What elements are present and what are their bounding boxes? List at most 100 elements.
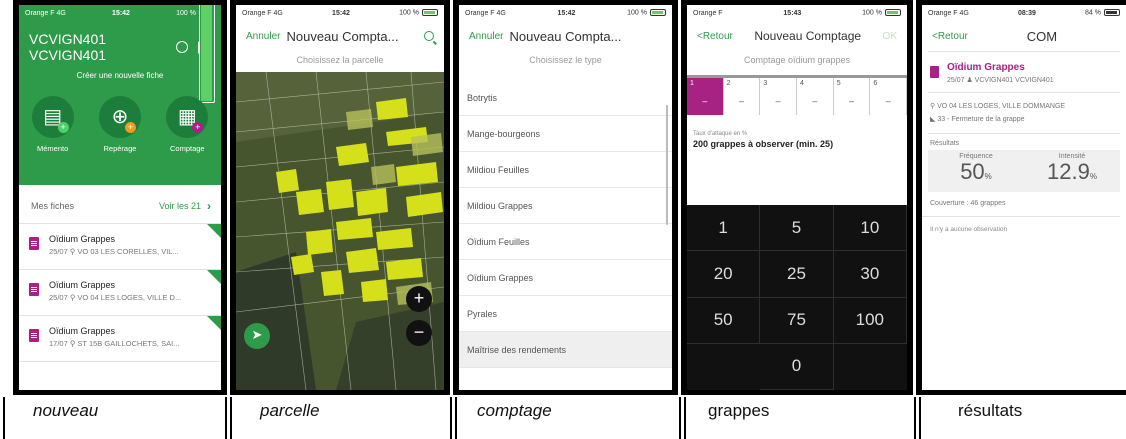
- sheet-meta: 25/07 ⚲ VO 04 LES LOGES, VILLE D...: [49, 293, 182, 302]
- status-bar: Orange F 4G 15:42 100 %: [236, 5, 444, 21]
- clock: 15:42: [557, 9, 576, 17]
- number-keypad: 1 5 10 20 25 30 50 75 100 0: [687, 205, 907, 390]
- result-meta: 25/07 ♟ VCVIGN401 VCVIGN401: [947, 77, 1054, 84]
- sheet-item[interactable]: Oïdium Grappes 25/07 ⚲ VO 03 LES CORELLES…: [19, 224, 221, 270]
- action-buttons: ▤ + Mémento ⊕ + Repérage ▦ + Comptage: [19, 96, 221, 153]
- battery-icon: [885, 9, 901, 17]
- clock: 15:42: [112, 9, 130, 17]
- type-list: Botrytis Mange-bourgeons Mildiou Feuille…: [459, 80, 672, 390]
- battery-icon: [199, 5, 215, 103]
- synced-corner-icon: [207, 316, 221, 330]
- home-header: Orange F 4G 15:42 100 % VCVIGN401 VCVIGN…: [19, 5, 221, 185]
- status-bar: Orange F 4G 08:39 84 %: [922, 5, 1126, 21]
- type-item-mildiou-feuilles[interactable]: Mildiou Feuilles: [459, 152, 672, 188]
- reperage-button[interactable]: ⊕ + Repérage: [98, 96, 141, 153]
- back-button[interactable]: <Retour: [697, 31, 733, 42]
- back-button[interactable]: <Retour: [932, 31, 968, 42]
- status-bar: Orange F 15:43 100 %: [687, 5, 907, 21]
- caption-nouveau: nouveau: [3, 397, 227, 439]
- zoom-in-button[interactable]: +: [406, 286, 432, 312]
- nav-bar: Annuler Nouveau Compta...: [459, 21, 672, 51]
- type-item-oidium-feuilles[interactable]: Oïdium Feuilles: [459, 224, 672, 260]
- key-75[interactable]: 75: [760, 297, 834, 344]
- memento-label: Mémento: [37, 144, 69, 153]
- phone-screen: Orange F 4G 15:42 100 % Annuler Nouveau …: [236, 5, 444, 390]
- screen-parcel-map: Orange F 4G 15:42 100 % Annuler Nouveau …: [230, 0, 450, 395]
- battery: 100 %: [627, 9, 666, 17]
- memento-button[interactable]: ▤ + Mémento: [31, 96, 74, 153]
- type-item-oidium-grappes[interactable]: Oïdium Grappes: [459, 260, 672, 296]
- clock: 08:39: [1017, 9, 1036, 17]
- sheet-item[interactable]: Oïdium Grappes 25/07 ⚲ VO 04 LES LOGES, V…: [19, 270, 221, 316]
- key-25[interactable]: 25: [760, 251, 834, 298]
- locate-button[interactable]: ➤: [244, 323, 270, 349]
- status-bar: Orange F 4G 15:42 100 %: [459, 5, 672, 21]
- see-all-link[interactable]: Voir les 21 ›: [159, 199, 211, 213]
- result-title: Oïdium Grappes: [947, 62, 1025, 73]
- sheet-item[interactable]: Oïdium Grappes 17/07 ⚲ ST 15B GAILLOCHETS…: [19, 316, 221, 362]
- sheet-title: Oïdium Grappes: [49, 234, 116, 244]
- chevron-right-icon: ›: [207, 199, 211, 213]
- screen-results: Orange F 4G 08:39 84 % <Retour COM Oïdiu…: [916, 0, 1126, 395]
- attack-rate-label: Taux d'attaque en %: [693, 131, 748, 137]
- comptage-button[interactable]: ▦ + Comptage: [166, 96, 209, 153]
- no-observation-text: Il n'y a aucune observation: [930, 226, 1008, 233]
- sample-tab[interactable]: 6–: [870, 78, 907, 115]
- phone-screen: Orange F 4G 08:39 84 % <Retour COM Oïdiu…: [922, 5, 1126, 390]
- sheet-meta: 25/07 ⚲ VO 03 LES CORELLES, VIL...: [49, 247, 179, 256]
- key-100[interactable]: 100: [833, 297, 907, 344]
- key-30[interactable]: 30: [833, 251, 907, 298]
- carrier: Orange F 4G: [928, 9, 969, 17]
- ok-button[interactable]: OK: [883, 31, 897, 42]
- nav-subtitle: Choisissez le type: [529, 55, 602, 65]
- sync-icon[interactable]: [176, 40, 188, 53]
- sample-tab[interactable]: 4–: [797, 78, 834, 115]
- key-5[interactable]: 5: [760, 205, 834, 252]
- caption-grappes: grappes: [684, 397, 916, 439]
- carrier: Orange F: [693, 9, 723, 17]
- sheet-title: Oïdium Grappes: [49, 326, 116, 336]
- nav-bar: <Retour COM: [922, 21, 1126, 51]
- sample-tab[interactable]: 3–: [760, 78, 798, 115]
- nav-title: Nouveau Comptage: [754, 29, 862, 43]
- screen-home: Orange F 4G 15:42 100 % VCVIGN401 VCVIGN…: [13, 0, 227, 395]
- percent-unit: %: [984, 172, 992, 181]
- type-item-botrytis[interactable]: Botrytis: [459, 80, 672, 116]
- counting-header: Orange F 15:43 100 % <Retour Nouveau Com…: [687, 5, 907, 205]
- status-bar: Orange F 4G 15:42 100 %: [19, 5, 221, 103]
- key-1[interactable]: 1: [687, 205, 761, 252]
- cancel-button[interactable]: Annuler: [469, 31, 503, 42]
- scrollbar[interactable]: [666, 105, 668, 225]
- my-sheets-header: Mes fiches Voir les 21 ›: [19, 185, 221, 224]
- nav-title: Nouveau Compta...: [286, 28, 399, 44]
- caption-comptage: comptage: [455, 397, 681, 439]
- nav-title: COM: [1026, 28, 1058, 44]
- key-0[interactable]: 0: [760, 343, 834, 390]
- sample-tab[interactable]: 2–: [723, 78, 761, 115]
- key-50[interactable]: 50: [687, 297, 761, 344]
- intensity-cell: Intensité 12.9%: [1024, 150, 1120, 192]
- frequency-cell: Fréquence 50%: [928, 150, 1024, 192]
- nav-bar: <Retour Nouveau Comptage OK: [687, 21, 907, 51]
- type-item-mange-bourgeons[interactable]: Mange-bourgeons: [459, 116, 672, 152]
- cancel-button[interactable]: Annuler: [246, 31, 280, 42]
- key-20[interactable]: 20: [687, 251, 761, 298]
- sheet-meta: 17/07 ⚲ ST 15B GAILLOCHETS, SAI...: [49, 339, 180, 348]
- type-item-maitrise-rendements[interactable]: Maîtrise des rendements: [459, 332, 672, 368]
- result-header: Oïdium Grappes 25/07 ♟ VCVIGN401 VCVIGN4…: [922, 52, 1126, 92]
- sample-tab[interactable]: 1–: [687, 78, 724, 115]
- type-item-pyrales[interactable]: Pyrales: [459, 296, 672, 332]
- nav-subtitle: Comptage oïdium grappes: [743, 55, 851, 65]
- parcel-map[interactable]: + − ➤: [236, 72, 444, 390]
- search-icon[interactable]: [424, 31, 434, 41]
- key-10[interactable]: 10: [833, 205, 907, 252]
- zoom-out-button[interactable]: −: [406, 320, 432, 346]
- type-item-mildiou-grappes[interactable]: Mildiou Grappes: [459, 188, 672, 224]
- caption-parcelle: parcelle: [230, 397, 452, 439]
- sample-tabs: 1– 2– 3– 4– 5– 6–: [687, 75, 907, 115]
- synced-corner-icon: [207, 270, 221, 284]
- battery-icon: [650, 9, 666, 17]
- document-icon: [29, 237, 39, 250]
- clock: 15:42: [332, 9, 350, 17]
- sample-tab[interactable]: 5–: [833, 78, 871, 115]
